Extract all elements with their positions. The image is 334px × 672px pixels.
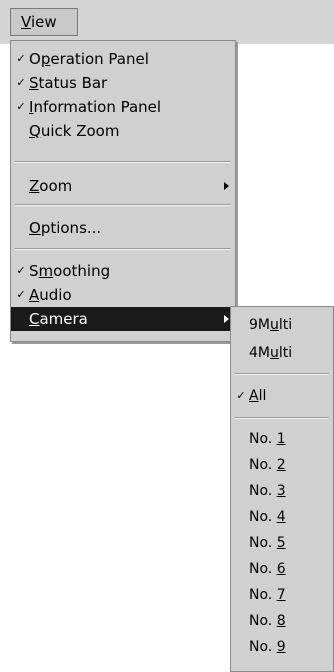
camera-submenu: 9Multi 4Multi ✓ All No. 1 No. 2 No. 3 No… (230, 306, 334, 672)
submenu-item-label: No. 1 (249, 431, 286, 447)
check-icon: ✓ (16, 288, 26, 301)
menu-item-label: Smoothing (29, 262, 111, 280)
menu-item-information-panel[interactable]: ✓ Information Panel (11, 95, 235, 119)
submenu-item-camera-5[interactable]: No. 5 (231, 531, 333, 555)
submenu-item-camera-8[interactable]: No. 8 (231, 609, 333, 633)
menu-item-quick-zoom[interactable]: Quick Zoom (11, 119, 235, 143)
submenu-item-all[interactable]: ✓ All (231, 384, 333, 408)
submenu-item-camera-3[interactable]: No. 3 (231, 479, 333, 503)
menu-item-camera[interactable]: Camera (11, 307, 235, 331)
menu-item-zoom[interactable]: Zoom (11, 174, 235, 198)
submenu-item-label: 9Multi (249, 317, 293, 333)
view-menu-dropdown: ✓ Operation Panel ✓ Status Bar ✓ Informa… (10, 40, 236, 342)
check-icon: ✓ (16, 52, 26, 65)
view-menu-mnemonic: V (21, 13, 31, 31)
submenu-item-4multi[interactable]: 4Multi (231, 341, 333, 365)
submenu-item-camera-9[interactable]: No. 9 (231, 635, 333, 659)
submenu-item-label: No. 2 (249, 457, 286, 473)
menu-item-label: Options... (29, 219, 102, 237)
submenu-item-label: No. 3 (249, 483, 286, 499)
check-icon: ✓ (16, 100, 26, 113)
menu-item-label: Zoom (29, 177, 73, 195)
submenu-arrow-icon (224, 182, 229, 190)
submenu-item-camera-4[interactable]: No. 4 (231, 505, 333, 529)
menu-item-audio[interactable]: ✓ Audio (11, 283, 235, 307)
menu-separator (235, 417, 329, 419)
submenu-item-camera-2[interactable]: No. 2 (231, 453, 333, 477)
application-window: View ✓ Operation Panel ✓ Status Bar ✓ In… (0, 0, 334, 672)
check-icon: ✓ (16, 76, 26, 89)
submenu-item-label: No. 7 (249, 587, 286, 603)
menu-separator (15, 161, 231, 163)
submenu-item-camera-7[interactable]: No. 7 (231, 583, 333, 607)
submenu-item-label: No. 5 (249, 535, 286, 551)
submenu-item-label: No. 9 (249, 639, 286, 655)
submenu-item-label: No. 6 (249, 561, 286, 577)
submenu-item-label: No. 8 (249, 613, 286, 629)
menu-bar: View (0, 0, 334, 44)
view-menu-title-text: iew (30, 13, 57, 31)
submenu-arrow-icon (224, 315, 229, 323)
submenu-item-label: All (249, 388, 267, 404)
submenu-item-label: 4Multi (249, 345, 293, 361)
menu-item-label: Information Panel (29, 98, 162, 116)
menu-item-options[interactable]: Options... (11, 216, 235, 240)
menu-item-label: Audio (29, 286, 72, 304)
menu-item-status-bar[interactable]: ✓ Status Bar (11, 71, 235, 95)
menu-item-smoothing[interactable]: ✓ Smoothing (11, 259, 235, 283)
submenu-item-9multi[interactable]: 9Multi (231, 313, 333, 337)
menu-item-label: Camera (29, 310, 88, 328)
menu-item-label: Status Bar (29, 74, 108, 92)
submenu-item-label: No. 4 (249, 509, 286, 525)
menu-item-label: Operation Panel (29, 50, 149, 68)
menu-item-label: Quick Zoom (29, 122, 120, 140)
menu-separator (15, 248, 231, 250)
menu-separator (235, 373, 329, 375)
view-menu-title[interactable]: View (10, 8, 78, 36)
menu-item-operation-panel[interactable]: ✓ Operation Panel (11, 47, 235, 71)
submenu-item-camera-6[interactable]: No. 6 (231, 557, 333, 581)
check-icon: ✓ (236, 389, 246, 402)
check-icon: ✓ (16, 264, 26, 277)
submenu-item-camera-1[interactable]: No. 1 (231, 427, 333, 451)
menu-separator (15, 204, 231, 206)
